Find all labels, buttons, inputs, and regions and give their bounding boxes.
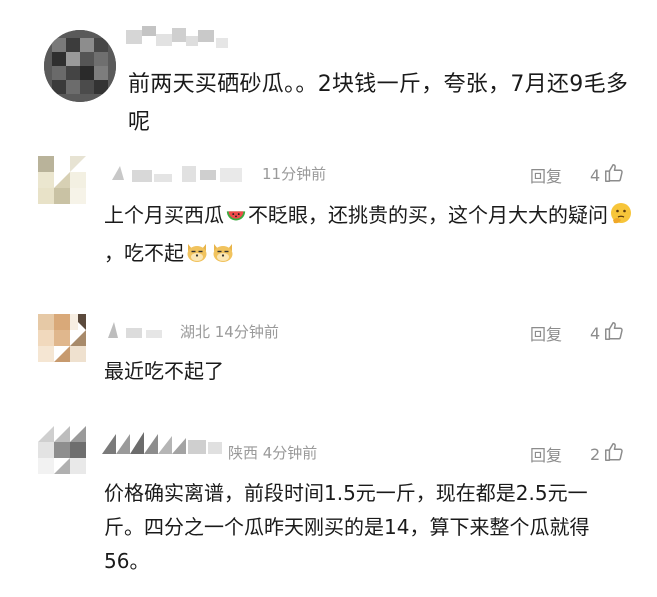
reply-button[interactable]: 回复 (530, 163, 562, 187)
avatar[interactable] (44, 30, 116, 102)
reply-text-part: 不眨眼，还挑贵的买，这个月大大的疑问 (248, 203, 608, 227)
watermelon-emoji (225, 202, 247, 236)
reply-avatar[interactable] (38, 426, 86, 474)
like-count: 2 (590, 444, 601, 464)
reply-meta: 陕西 4分钟前 (228, 444, 318, 462)
doge-emoji (211, 240, 235, 274)
username-blurred[interactable] (102, 160, 252, 186)
thumbs-up-icon (603, 320, 625, 346)
reply-meta: 11分钟前 (262, 165, 327, 183)
reply-text-part: 上个月买西瓜 (104, 203, 224, 227)
like-button[interactable]: 4 (590, 320, 625, 346)
doge-emoji (185, 240, 209, 274)
main-comment-text: 前两天买硒砂瓜。。2块钱一斤，夸张，7月还9毛多呢 (128, 72, 629, 135)
username-blurred[interactable] (102, 318, 172, 344)
like-button[interactable]: 2 (590, 441, 625, 467)
reply-avatar[interactable] (38, 156, 86, 204)
like-count: 4 (590, 165, 601, 185)
avatar-pixelated-image (38, 426, 86, 474)
thinking-face-emoji (609, 202, 633, 236)
reply-text-part: ，吃不起 (104, 241, 184, 265)
username-blurred[interactable] (126, 24, 236, 50)
reply-text: 价格确实离谱，前段时间1.5元一斤，现在都是2.5元一斤。四分之一个瓜昨天刚买的… (104, 481, 590, 573)
reply-button[interactable]: 回复 (530, 321, 562, 345)
thumbs-up-icon (603, 441, 625, 467)
like-count: 4 (590, 323, 601, 343)
reply-meta: 湖北 14分钟前 (180, 323, 279, 341)
reply-button[interactable]: 回复 (530, 442, 562, 466)
avatar-pixelated-image (38, 314, 86, 362)
reply-avatar[interactable] (38, 314, 86, 362)
reply-text: 最近吃不起了 (104, 359, 224, 383)
like-button[interactable]: 4 (590, 162, 625, 188)
avatar-pixelated-image (38, 156, 86, 204)
avatar-pixelated-image (44, 30, 116, 102)
thumbs-up-icon (603, 162, 625, 188)
reply-text: 上个月买西瓜 不眨眼，还挑贵的买，这个月大大的疑问 ，吃不起 (104, 198, 634, 274)
